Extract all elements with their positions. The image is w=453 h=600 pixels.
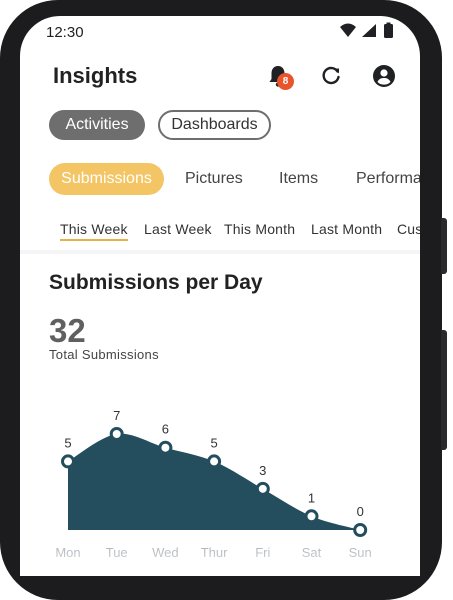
tab-submissions[interactable]: Submissions [49, 163, 164, 195]
app-bar: Insights 8 [20, 54, 420, 102]
battery-icon [384, 22, 393, 38]
data-point-thur[interactable] [207, 454, 222, 469]
section-divider [20, 250, 420, 254]
x-tick-label: Sun [349, 545, 372, 560]
data-label: 0 [357, 504, 364, 519]
x-tick-label: Wed [152, 545, 179, 560]
data-point-mon[interactable] [61, 454, 75, 469]
account-button[interactable] [370, 62, 398, 90]
data-label: 6 [162, 422, 169, 437]
refresh-icon [322, 66, 340, 85]
total-count: 32 [49, 312, 86, 349]
data-label: 5 [64, 435, 71, 450]
data-label: 1 [308, 490, 315, 505]
volume-button [441, 218, 447, 274]
total-label: Total Submissions [49, 347, 159, 362]
signal-icon [362, 24, 376, 37]
range-custom[interactable]: Cus [397, 221, 420, 237]
range-last-month[interactable]: Last Month [311, 221, 382, 237]
app-screen: 12:30 Insights 8 Activities Dashboards S… [20, 16, 420, 576]
x-tick-label: Mon [55, 545, 80, 560]
data-label: 5 [210, 435, 217, 450]
wifi-icon [340, 23, 356, 37]
status-icons [338, 22, 400, 44]
data-point-fri[interactable] [255, 481, 270, 496]
account-icon [373, 65, 395, 87]
tab-pictures[interactable]: Pictures [185, 163, 243, 195]
data-point-tue[interactable] [109, 427, 124, 441]
tab-activities[interactable]: Activities [49, 110, 145, 140]
x-tick-label: Tue [106, 545, 128, 560]
data-point-sat[interactable] [304, 509, 319, 524]
data-label: 3 [259, 463, 266, 478]
data-label: 7 [113, 408, 120, 423]
page-title: Insights [53, 63, 138, 88]
status-bar: 12:30 [20, 16, 420, 50]
x-tick-label: Fri [255, 545, 270, 560]
power-button [441, 330, 447, 450]
x-tick-label: Sat [302, 545, 322, 560]
range-last-week[interactable]: Last Week [144, 221, 212, 237]
data-point-wed[interactable] [158, 440, 173, 455]
tab-performance[interactable]: Performa [356, 163, 420, 195]
x-tick-label: Thur [201, 545, 228, 560]
tab-items[interactable]: Items [279, 163, 318, 195]
refresh-button[interactable] [317, 62, 345, 90]
range-this-month[interactable]: This Month [224, 221, 295, 237]
data-point-sun[interactable] [353, 523, 368, 537]
status-time: 12:30 [46, 24, 84, 41]
chart-title: Submissions per Day [49, 271, 263, 294]
notification-badge: 8 [277, 73, 294, 90]
range-this-week[interactable]: This Week [60, 221, 128, 241]
submissions-area-chart: 5 Mon 7 Tue 6 Wed 5 Thur 3 Fri 1 Sat 0 Sun [55, 408, 372, 560]
tab-dashboards[interactable]: Dashboards [158, 110, 271, 140]
notifications-button[interactable]: 8 [264, 62, 294, 90]
